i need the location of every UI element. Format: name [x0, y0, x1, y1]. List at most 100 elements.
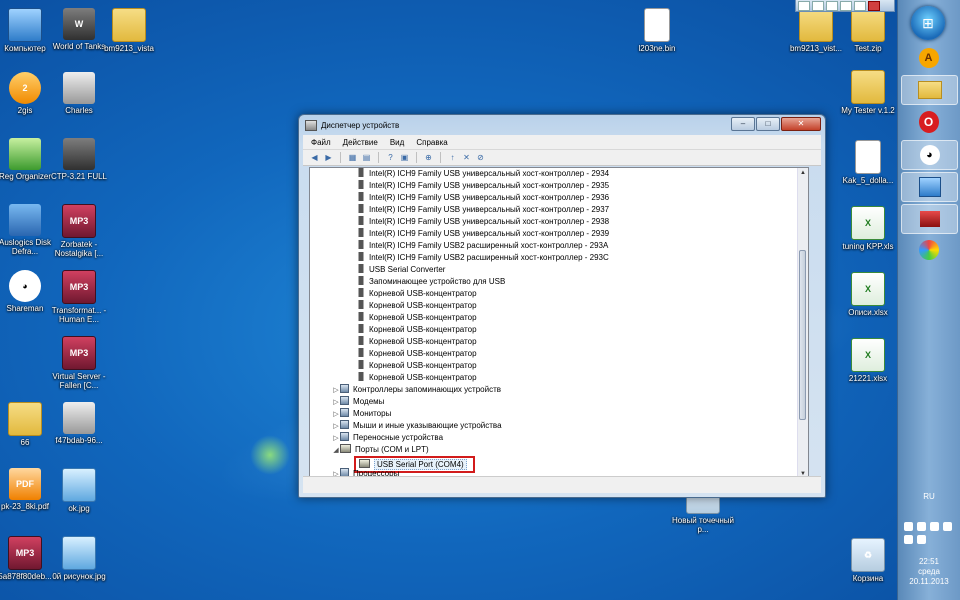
tree-item[interactable]: Корневой USB-концентратор: [310, 300, 808, 312]
desktop-icon-label: ok.jpg: [68, 504, 90, 513]
close-button[interactable]: ✕: [781, 117, 821, 131]
taskbar-app-paint[interactable]: [901, 236, 956, 264]
uninstall-icon[interactable]: ✕: [461, 152, 472, 163]
tree-item[interactable]: Intel(R) ICH9 Family USB универсальный х…: [310, 216, 808, 228]
properties-sheet-icon[interactable]: ▣: [399, 152, 410, 163]
tree-item[interactable]: Intel(R) ICH9 Family USB универсальный х…: [310, 180, 808, 192]
jpg-icon: [62, 468, 96, 502]
tree-item-label: Intel(R) ICH9 Family USB универсальный х…: [369, 181, 610, 190]
tree-category[interactable]: ▷ Переносные устройства: [310, 432, 808, 444]
tree-item-label: Модемы: [353, 397, 385, 406]
properties-icon[interactable]: ▤: [361, 152, 372, 163]
tree-item-selected[interactable]: USB Serial Port (COM4): [310, 456, 808, 473]
device-category-icon: [340, 384, 349, 393]
desktop-icon[interactable]: 0й рисунок.jpg: [44, 536, 114, 581]
tree-item[interactable]: Intel(R) ICH9 Family USB2 расширенный хо…: [310, 240, 808, 252]
menu-action[interactable]: Действие: [343, 138, 378, 147]
tree-item[interactable]: Запоминающее устройство для USB: [310, 276, 808, 288]
minimize-button[interactable]: –: [731, 117, 755, 131]
desktop-icon-label: CTP-3.21 FULL: [50, 172, 108, 181]
info-icon[interactable]: [917, 535, 926, 544]
mini-toolbar-button[interactable]: [798, 0, 810, 11]
desktop-icon[interactable]: CTP-3.21 FULL: [44, 138, 114, 181]
folder-icon: [8, 402, 42, 436]
desktop-icon[interactable]: bm9213_vista: [94, 8, 164, 53]
usb-device-icon: [357, 288, 365, 297]
tree-category[interactable]: ▷ Контроллеры запоминающих устройств: [310, 384, 808, 396]
tree-item[interactable]: Корневой USB-концентратор: [310, 312, 808, 324]
desktop-icon[interactable]: f47bdab-96...: [44, 402, 114, 445]
desktop-icon[interactable]: ok.jpg: [44, 468, 114, 513]
tree-item[interactable]: Корневой USB-концентратор: [310, 324, 808, 336]
menu-file[interactable]: Файл: [311, 138, 331, 147]
desktop-icon[interactable]: Kak_5_dolla...: [833, 140, 903, 185]
desktop-icon[interactable]: MP3 Virtual Server - Fallen [C...: [44, 336, 114, 390]
menu-help[interactable]: Справка: [416, 138, 447, 147]
scan-hardware-icon[interactable]: ⊕: [423, 152, 434, 163]
tree-item[interactable]: Intel(R) ICH9 Family USB универсальный х…: [310, 168, 808, 180]
clock-time: 22:51: [918, 557, 940, 566]
tree-item[interactable]: Корневой USB-концентратор: [310, 348, 808, 360]
desktop-icon[interactable]: My Tester v.1.2: [833, 70, 903, 115]
desktop-icon[interactable]: Xtuning KPP.xls: [833, 206, 903, 251]
language-indicator[interactable]: RU: [898, 492, 960, 501]
taskbar-app-toolbox[interactable]: [901, 204, 958, 234]
taskbar-app-shareman[interactable]: ◕: [901, 140, 958, 170]
avast-tray-icon[interactable]: [904, 535, 913, 544]
menu-view[interactable]: Вид: [390, 138, 404, 147]
disable-device-icon[interactable]: ⊘: [475, 152, 486, 163]
shareman-tray-icon[interactable]: [917, 522, 926, 531]
desktop-icon[interactable]: X Описи.xlsx: [833, 272, 903, 317]
taskbar-app-control-panel[interactable]: [901, 172, 958, 202]
scroll-up-arrow-icon[interactable]: ▲: [798, 168, 808, 178]
mini-toolbar-button[interactable]: [840, 0, 852, 11]
folder-icon: [851, 70, 885, 104]
desktop-icon-label: l203ne.bin: [638, 44, 676, 53]
window-title-bar[interactable]: Диспетчер устройств: [305, 120, 399, 131]
tree-category[interactable]: ▷ Мыши и иные указывающие устройства: [310, 420, 808, 432]
volume-icon[interactable]: [943, 522, 952, 531]
mini-toolbar-button[interactable]: [826, 0, 838, 11]
desktop-icon[interactable]: MP3 Zorbatek - Nostalgika [...: [44, 204, 114, 258]
tree-category[interactable]: ◢ Порты (COM и LPT): [310, 444, 808, 456]
help-icon[interactable]: ?: [385, 152, 396, 163]
clock[interactable]: 22:51 среда 20.11.2013: [898, 557, 960, 587]
tree-category[interactable]: ▷ Модемы: [310, 396, 808, 408]
tree-item[interactable]: Корневой USB-концентратор: [310, 288, 808, 300]
taskbar-app-avast[interactable]: A: [901, 44, 956, 72]
desktop-icon[interactable]: l203ne.bin: [622, 8, 692, 53]
tree-item[interactable]: Корневой USB-концентратор: [310, 336, 808, 348]
mini-toolbar-button[interactable]: [854, 0, 866, 11]
desktop-icon[interactable]: Test.zip: [833, 8, 903, 53]
vertical-scrollbar[interactable]: ▲ ▼: [797, 168, 808, 479]
tree-item[interactable]: Intel(R) ICH9 Family USB универсальный х…: [310, 228, 808, 240]
desktop-icon[interactable]: ♻ Корзина: [833, 538, 903, 583]
desktop-icon[interactable]: Charles: [44, 72, 114, 115]
network-icon[interactable]: [930, 522, 939, 531]
back-arrow-icon[interactable]: ◀: [309, 152, 320, 163]
tree-item[interactable]: Корневой USB-концентратор: [310, 372, 808, 384]
tree-item[interactable]: Intel(R) ICH9 Family USB универсальный х…: [310, 204, 808, 216]
forward-arrow-icon[interactable]: ▶: [323, 152, 334, 163]
tree-item[interactable]: Корневой USB-концентратор: [310, 360, 808, 372]
mini-toolbar[interactable]: [795, 0, 895, 12]
tree-item[interactable]: USB Serial Converter: [310, 264, 808, 276]
device-tree[interactable]: Intel(R) ICH9 Family USB универсальный х…: [309, 167, 809, 480]
start-button[interactable]: ⊞: [911, 6, 945, 40]
mini-toolbar-button[interactable]: [812, 0, 824, 11]
maximize-button[interactable]: □: [756, 117, 780, 131]
desktop-icon[interactable]: MP3 Transformat... - Human E...: [44, 270, 114, 324]
update-driver-icon[interactable]: ↑: [447, 152, 458, 163]
tree-view-icon[interactable]: ▦: [347, 152, 358, 163]
scrollbar-thumb[interactable]: [799, 250, 806, 420]
usb-device-icon: [357, 228, 365, 237]
mini-toolbar-close-button[interactable]: [868, 0, 880, 11]
taskbar-app-opera[interactable]: O: [901, 108, 956, 136]
tree-item[interactable]: Intel(R) ICH9 Family USB2 расширенный хо…: [310, 252, 808, 264]
tree-category[interactable]: ▷ Мониторы: [310, 408, 808, 420]
taskbar-app-explorer[interactable]: [901, 75, 958, 105]
action-center-icon[interactable]: [904, 522, 913, 531]
tree-item-label: Intel(R) ICH9 Family USB универсальный х…: [369, 169, 610, 178]
tree-item[interactable]: Intel(R) ICH9 Family USB универсальный х…: [310, 192, 808, 204]
desktop-icon[interactable]: X 21221.xlsx: [833, 338, 903, 383]
